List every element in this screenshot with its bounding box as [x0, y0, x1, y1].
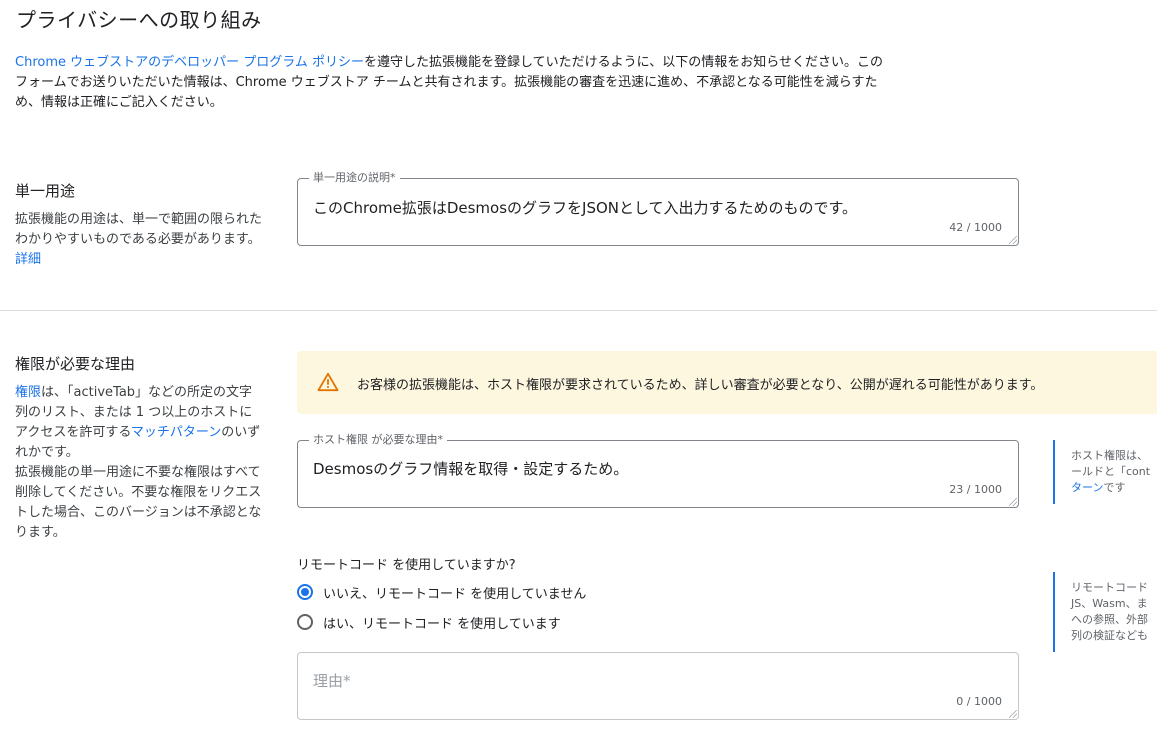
single-purpose-value[interactable]: このChrome拡張はDesmosのグラフをJSONとして入出力するためのもので…: [313, 197, 857, 218]
permissions-title: 権限が必要な理由: [15, 355, 136, 373]
resize-handle-icon[interactable]: [1009, 498, 1017, 506]
resize-handle-icon[interactable]: [1009, 710, 1017, 718]
warning-icon: [317, 372, 339, 392]
developer-policy-link[interactable]: Chrome ウェブストアのデベロッパー プログラム ポリシー: [15, 55, 364, 70]
intro-text: Chrome ウェブストアのデベロッパー プログラム ポリシーを遵守した拡張機能…: [15, 53, 895, 113]
section-divider: [0, 310, 1157, 311]
single-purpose-description: 拡張機能の用途は、単一で範囲の限られたわかりやすいものである必要があります。詳細: [15, 212, 263, 267]
page-title: プライバシーへの取り組み: [16, 8, 262, 32]
host-permission-note: ホスト権限は、 ールドと「cont ターンです: [1053, 440, 1157, 504]
remote-code-question: リモートコード を使用していますか?: [297, 558, 516, 573]
host-permission-warning: お客様の拡張機能は、ホスト権限が要求されているため、詳しい審査が必要となり、公開…: [297, 351, 1157, 414]
remote-code-note: リモートコード JS、Wasm、ま への参照、外部 列の検証なども: [1053, 572, 1157, 652]
radio-unchecked-icon[interactable]: [297, 614, 313, 630]
host-permission-field[interactable]: ホスト権限 が必要な理由* Desmosのグラフ情報を取得・設定するため。 23…: [297, 433, 1019, 508]
radio-option-uses-remote-code[interactable]: はい、リモートコード を使用しています: [297, 612, 561, 632]
host-permission-counter: 23 / 1000: [949, 483, 1002, 496]
host-note-link[interactable]: ターン: [1071, 481, 1103, 494]
single-purpose-counter: 42 / 1000: [949, 221, 1002, 234]
permissions-link[interactable]: 権限: [15, 385, 41, 400]
permissions-description: 権限は、「activeTab」などの所定の文字列のリスト、または 1 つ以上のホ…: [15, 385, 262, 540]
reason-counter: 0 / 1000: [956, 695, 1002, 708]
remote-code-reason-field[interactable]: 理由* 0 / 1000: [297, 652, 1019, 720]
host-permission-field-label: ホスト権限 が必要な理由*: [309, 433, 447, 447]
radio-checked-icon[interactable]: [297, 584, 313, 600]
host-permission-value[interactable]: Desmosのグラフ情報を取得・設定するため。: [313, 458, 628, 479]
single-purpose-field[interactable]: 単一用途の説明* このChrome拡張はDesmosのグラフをJSONとして入出…: [297, 171, 1019, 246]
warning-text: お客様の拡張機能は、ホスト権限が要求されているため、詳しい審査が必要となり、公開…: [357, 378, 1044, 393]
resize-handle-icon[interactable]: [1009, 236, 1017, 244]
radio-option-no-remote-code[interactable]: いいえ、リモートコード を使用していません: [297, 582, 586, 602]
single-purpose-title: 単一用途: [15, 182, 76, 200]
reason-placeholder: 理由*: [313, 672, 351, 690]
learn-more-link[interactable]: 詳細: [15, 252, 41, 267]
match-pattern-link[interactable]: マッチパターン: [131, 425, 221, 440]
single-purpose-field-label: 単一用途の説明*: [309, 171, 400, 185]
